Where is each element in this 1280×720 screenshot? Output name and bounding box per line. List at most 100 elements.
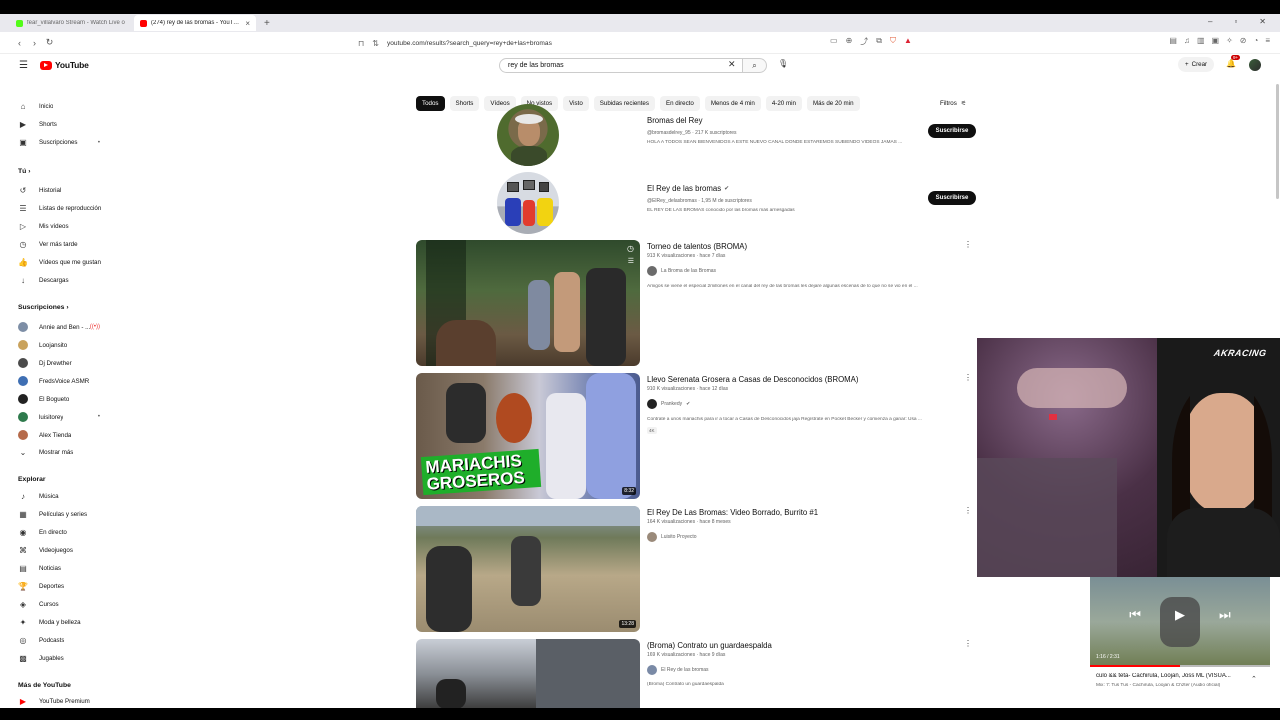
sidebar-item[interactable]: ▦ Películas y series [18, 510, 110, 519]
sidebar-item[interactable]: ▤ Noticias [18, 564, 110, 573]
video-title[interactable]: Torneo de talentos (BROMA) [647, 242, 747, 251]
filter-chip[interactable]: Shorts [449, 96, 480, 111]
sidebar-toggle-icon[interactable]: ▤ [1169, 36, 1177, 45]
brave-shield-icon[interactable]: ⛉ [890, 36, 896, 47]
sidebar-item[interactable]: ▩ Jugables [18, 654, 110, 663]
miniplayer-title[interactable]: culo && teta- Cachirula, Loojan, Joss ML… [1096, 673, 1256, 679]
sidebar-item[interactable]: ◉ En directo [18, 528, 110, 537]
channel-avatar[interactable] [497, 104, 559, 166]
new-tab-icon[interactable]: + [258, 18, 276, 29]
channel-avatar[interactable] [497, 172, 559, 234]
video-thumbnail[interactable] [416, 639, 640, 708]
close-tab-icon[interactable]: × [245, 19, 250, 28]
microphone-icon[interactable]: 🎙 [778, 59, 788, 68]
video-channel[interactable]: El Rey de las bromas [647, 665, 709, 675]
filter-chip[interactable]: 4-20 min [765, 96, 802, 111]
share-icon[interactable]: ⤴ [860, 36, 868, 47]
video-channel[interactable]: La Broma de las Bromas [647, 266, 716, 276]
subscription-item[interactable]: FredsVoice ASMR [18, 376, 110, 386]
channel-name[interactable]: Bromas del Rey [647, 116, 702, 125]
you-heading[interactable]: Tú › [18, 168, 30, 175]
site-info-icon[interactable]: ⇅ [372, 39, 379, 48]
sidebar-item[interactable]: ▶ Shorts [18, 120, 110, 129]
more-options-icon[interactable]: ⋮ [964, 506, 972, 515]
panel-icon[interactable]: ▥ [1197, 36, 1205, 45]
sidebar-item[interactable]: ✦ Moda y belleza [18, 618, 110, 627]
sidebar-item[interactable]: ⌂ Inicio [18, 102, 110, 111]
more-options-icon[interactable]: ⋮ [964, 240, 972, 249]
miniplayer-video[interactable]: ⏮ ▶ ⏭ 1:16 / 2:31 [1090, 577, 1270, 667]
account-avatar[interactable] [1249, 59, 1261, 71]
bookmark-icon[interactable]: ⊓ [358, 39, 364, 48]
reload-icon[interactable]: ↻ [42, 37, 57, 48]
subscribe-button[interactable]: Suscribirse [928, 191, 976, 205]
video-thumbnail[interactable]: ◷ ☰ [416, 240, 640, 366]
miniplayer-progress[interactable] [1090, 665, 1270, 667]
sidebar-item[interactable]: ◈ Cursos [18, 600, 110, 609]
sidebar-item[interactable]: ▷ Mis vídeos [18, 222, 110, 231]
subscription-item[interactable]: El Bogueto [18, 394, 110, 404]
back-icon[interactable]: ‹ [12, 38, 27, 48]
rewards-icon[interactable]: ▲ [904, 36, 912, 47]
vpn-icon[interactable]: ⊘ [1240, 36, 1247, 45]
pip-icon[interactable]: ⧉ [876, 36, 882, 47]
youtube-logo[interactable]: YouTube [40, 60, 89, 70]
forward-icon[interactable]: › [27, 38, 42, 48]
play-icon[interactable]: ▶ [1175, 607, 1185, 623]
filter-chip[interactable]: Más de 20 min [806, 96, 860, 111]
channel-name-row[interactable]: El Rey de las bromas ✔ [647, 184, 729, 193]
chevron-up-icon[interactable]: ⌃ [1251, 675, 1257, 683]
browser-menu-icon[interactable]: ≡ [1265, 36, 1270, 45]
zoom-icon[interactable]: ⊕ [846, 36, 853, 47]
sidebar-item[interactable]: ☰ Listas de reproducción [18, 204, 110, 213]
sidebar-item[interactable]: ⌄ Mostrar más [18, 448, 110, 457]
watch-later-icon[interactable]: ◷ [627, 244, 634, 253]
video-channel[interactable]: Prankedy ✔ [647, 399, 690, 409]
page-scrollbar[interactable] [1276, 84, 1279, 199]
subscribe-button[interactable]: Suscribirse [928, 124, 976, 138]
more-options-icon[interactable]: ⋮ [964, 373, 972, 382]
subscription-item[interactable]: Alex Tienda [18, 430, 110, 440]
subscription-item[interactable]: Dj Drewther [18, 358, 110, 368]
miniplayer[interactable]: ⏮ ▶ ⏭ 1:16 / 2:31 culo && teta- Cachirul… [1090, 577, 1280, 708]
profile-icon[interactable]: ◔ [1253, 36, 1258, 45]
sidebar-item[interactable]: ▣ Suscripciones • [18, 138, 110, 147]
tab-kick[interactable]: fear_villalvaro Stream - Watch Live o [10, 15, 132, 31]
filter-chip[interactable]: Menos de 4 min [704, 96, 761, 111]
more-options-icon[interactable]: ⋮ [964, 639, 972, 648]
sidebar-item[interactable]: ↓ Descargas [18, 276, 110, 285]
notifications-icon[interactable]: 🔔 [1226, 59, 1236, 68]
sidebar-item[interactable]: ↺ Historial [18, 186, 110, 195]
tab-youtube[interactable]: (274) rey de las bromas - YouTube × [134, 15, 256, 31]
filter-chip[interactable]: En directo [659, 96, 700, 111]
sidebar-item[interactable]: ▶ YouTube Premium [18, 697, 110, 706]
minimize-icon[interactable]: – [1208, 17, 1212, 26]
sidebar-item[interactable]: 👍 Vídeos que me gustan [18, 258, 110, 267]
video-title[interactable]: (Broma) Contrato un guardaespalda [647, 641, 772, 650]
video-thumbnail[interactable]: 13:28 [416, 506, 640, 632]
subscription-item[interactable]: Loojansito [18, 340, 110, 350]
video-title[interactable]: Llevo Serenata Grosera a Casas de Descon… [647, 375, 858, 384]
hamburger-menu-icon[interactable]: ☰ [19, 60, 28, 71]
clear-search-icon[interactable]: ✕ [728, 59, 736, 70]
wallet-icon[interactable]: ▣ [1212, 36, 1220, 45]
filter-chip[interactable]: Todos [416, 96, 445, 111]
filter-chip[interactable]: Subidas recientes [593, 96, 655, 111]
sidebar-item[interactable]: 🏆 Deportes [18, 582, 110, 591]
next-icon[interactable]: ⏭ [1219, 607, 1231, 623]
maximize-icon[interactable]: ▫ [1234, 17, 1237, 26]
sidebar-item[interactable]: ⌘ Videojuegos [18, 546, 110, 555]
filter-chip[interactable]: Visto [563, 96, 589, 111]
close-window-icon[interactable]: ✕ [1259, 17, 1266, 26]
filters-button[interactable]: Filtros ⚟ [940, 100, 966, 107]
create-button[interactable]: + Crear [1178, 57, 1215, 72]
media-icon[interactable]: ♫ [1184, 36, 1190, 45]
video-title[interactable]: El Rey De Las Bromas: Video Borrado, Bur… [647, 508, 818, 517]
search-input[interactable]: rey de las bromas [499, 58, 743, 73]
search-button[interactable]: ⌕ [743, 58, 767, 73]
subscriptions-heading[interactable]: Suscripciones › [18, 304, 69, 311]
subscription-item[interactable]: luisitorey • [18, 412, 110, 422]
sidebar-item[interactable]: ♪ Música [18, 492, 110, 501]
previous-icon[interactable]: ⏮ [1129, 607, 1141, 623]
sidebar-item[interactable]: ◎ Podcasts [18, 636, 110, 645]
